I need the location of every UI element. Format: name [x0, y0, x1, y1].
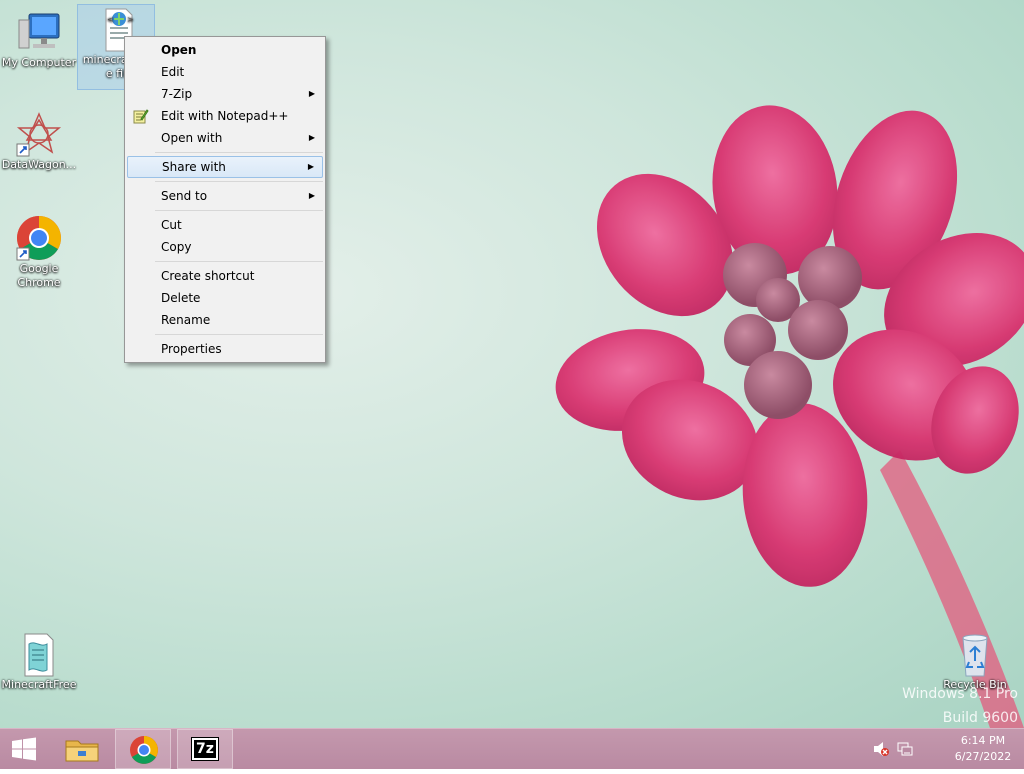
- menu-item-label: Edit: [161, 65, 185, 79]
- folder-icon: [65, 740, 99, 762]
- menu-item-send-to[interactable]: Send to ▶: [127, 185, 323, 207]
- desktop-icon-label: MinecraftFree: [1, 678, 77, 691]
- volume-muted-icon[interactable]: [872, 741, 890, 757]
- clock-time: 6:14 PM: [960, 734, 1006, 747]
- script-file-icon: [15, 630, 63, 678]
- submenu-arrow-icon: ▶: [308, 133, 315, 142]
- menu-item-properties[interactable]: Properties: [127, 338, 323, 360]
- menu-item-create-shortcut[interactable]: Create shortcut: [127, 265, 323, 287]
- desktop-icon-label: DataWagon...: [1, 158, 77, 171]
- menu-item-label: Copy: [161, 240, 192, 254]
- menu-item-label: Rename: [161, 313, 211, 327]
- desktop-icon-minecraftfree[interactable]: MinecraftFree: [1, 630, 77, 692]
- menu-separator: [155, 261, 323, 262]
- menu-item-open[interactable]: Open: [127, 39, 323, 61]
- file-explorer-button[interactable]: [56, 729, 108, 769]
- menu-item-open-with[interactable]: Open with ▶: [127, 127, 323, 149]
- desktop-icon-label: Google Chrome: [17, 262, 61, 289]
- taskbar-clock[interactable]: 6:14 PM 6/27/2022: [948, 733, 1018, 765]
- 7zip-button[interactable]: 7z: [177, 729, 233, 769]
- clock-date: 6/27/2022: [954, 750, 1012, 763]
- recycle-bin-icon: [951, 630, 999, 678]
- desktop-icon-datawagon[interactable]: DataWagon...: [1, 110, 77, 172]
- chrome-icon: [15, 214, 63, 262]
- menu-item-label: Delete: [161, 291, 201, 305]
- windows-logo-icon: [12, 737, 36, 761]
- menu-item-7zip[interactable]: 7-Zip ▶: [127, 83, 323, 105]
- network-icon[interactable]: [896, 741, 914, 757]
- svg-text:>: >: [127, 15, 134, 24]
- 7zip-icon: 7z: [191, 737, 219, 761]
- desktop-icon-google-chrome[interactable]: Google Chrome: [1, 214, 77, 290]
- menu-item-label: Create shortcut: [161, 269, 255, 283]
- datawagon-icon: [15, 110, 63, 158]
- start-button[interactable]: [0, 729, 48, 769]
- desktop[interactable]: My Computer < > minecraft fil e fil Data…: [0, 0, 1024, 728]
- menu-item-label: Send to: [161, 189, 208, 203]
- menu-item-label: Open: [161, 43, 197, 57]
- menu-item-edit[interactable]: Edit: [127, 61, 323, 83]
- menu-separator: [155, 181, 323, 182]
- chrome-button[interactable]: [115, 729, 171, 769]
- menu-separator: [155, 210, 323, 211]
- menu-item-cut[interactable]: Cut: [127, 214, 323, 236]
- chrome-icon: [130, 736, 158, 764]
- svg-text:<: <: [107, 15, 114, 24]
- taskbar: 7z 6:14 PM 6/27/2022: [0, 728, 1024, 769]
- menu-item-rename[interactable]: Rename: [127, 309, 323, 331]
- submenu-arrow-icon: ▶: [308, 89, 315, 98]
- menu-item-label: 7-Zip: [161, 87, 193, 101]
- desktop-icon-my-computer[interactable]: My Computer: [1, 8, 77, 70]
- menu-separator: [155, 334, 323, 335]
- context-menu: Open Edit 7-Zip ▶ Edit with Notepad++ Ope…: [124, 36, 326, 363]
- desktop-icon-label: My Computer: [1, 56, 77, 69]
- submenu-arrow-icon: ▶: [308, 191, 315, 200]
- 7zip-label: 7z: [194, 740, 216, 758]
- menu-item-delete[interactable]: Delete: [127, 287, 323, 309]
- menu-item-label: Open with: [161, 131, 223, 145]
- menu-item-edit-with-notepadpp[interactable]: Edit with Notepad++: [127, 105, 323, 127]
- menu-item-label: Share with: [162, 160, 226, 174]
- menu-item-copy[interactable]: Copy: [127, 236, 323, 258]
- menu-separator: [155, 152, 323, 153]
- watermark-build: Build 9600: [942, 710, 1018, 726]
- computer-icon: [15, 8, 63, 56]
- notepadpp-icon: [133, 108, 149, 124]
- menu-item-label: Cut: [161, 218, 182, 232]
- submenu-arrow-icon: ▶: [307, 162, 314, 171]
- watermark-edition: Windows 8.1 Pro: [902, 686, 1018, 702]
- windows-watermark: Windows 8.1 Pro Build 9600: [902, 682, 1018, 728]
- menu-item-share-with[interactable]: Share with ▶: [127, 156, 323, 178]
- menu-item-label: Properties: [161, 342, 222, 356]
- menu-item-label: Edit with Notepad++: [161, 109, 289, 123]
